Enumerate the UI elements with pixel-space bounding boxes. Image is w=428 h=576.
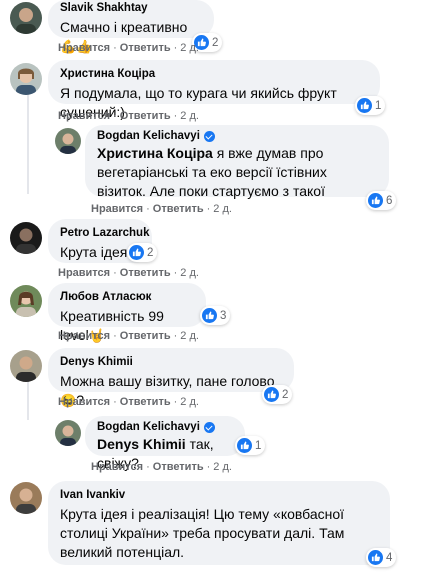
comment-text: Крута ідея і реалізація! Цю тему «ковбас…	[60, 506, 345, 560]
comment-author[interactable]: Ivan Ivankiv	[60, 488, 378, 503]
like-button[interactable]: Нравится	[58, 110, 110, 122]
avatar[interactable]	[10, 350, 42, 382]
comment-author[interactable]: Petro Lazarchuk	[60, 226, 149, 241]
timestamp[interactable]: 2 д.	[180, 42, 199, 54]
reaction-count[interactable]: 1	[355, 96, 386, 115]
timestamp[interactable]: 2 д.	[180, 267, 199, 279]
like-icon	[237, 438, 252, 453]
reaction-count[interactable]: 2	[262, 385, 293, 404]
comment-actions: Нравится · Ответить · 2 д.	[91, 203, 232, 215]
comment-actions: Нравится · Ответить · 2 д.	[58, 267, 199, 279]
comment-actions: Нравится · Ответить · 2 д.	[58, 330, 199, 342]
like-icon	[129, 245, 144, 260]
verified-badge-icon	[203, 131, 215, 142]
comment-author[interactable]: Denys Khimii	[60, 355, 282, 370]
reply-button[interactable]: Ответить	[120, 42, 171, 54]
timestamp[interactable]: 2 д.	[213, 461, 232, 473]
comment-bubble: Bogdan Kelichavyi Denys Khimii так, свіж…	[85, 416, 245, 471]
comment-bubble: Slavik Shakhtay Смачно і креативно 💪👍	[48, 0, 214, 54]
reaction-count[interactable]: 1	[235, 436, 266, 455]
like-icon	[202, 308, 217, 323]
timestamp[interactable]: 2 д.	[180, 396, 199, 408]
like-icon	[264, 387, 279, 402]
reply-button[interactable]: Ответить	[120, 396, 171, 408]
like-icon	[368, 550, 383, 565]
verified-badge-icon	[203, 422, 215, 433]
comment-bubble: Denys Khimii Можна вашу візитку, пане го…	[48, 348, 294, 408]
comment-author[interactable]: Христина Коціра	[60, 67, 368, 82]
comment-author[interactable]: Slavik Shakhtay	[60, 1, 202, 16]
reaction-count[interactable]: 6	[366, 191, 397, 210]
comment-bubble: Ivan Ivankiv Крута ідея і реалізація! Цю…	[48, 481, 390, 565]
reply-button[interactable]: Ответить	[120, 267, 171, 279]
reply-button[interactable]: Ответить	[120, 330, 171, 342]
comment-author[interactable]: Любов Атласюк	[60, 290, 194, 305]
reply-button[interactable]: Ответить	[120, 110, 171, 122]
timestamp[interactable]: 2 д.	[180, 330, 199, 342]
like-button[interactable]: Нравится	[91, 461, 143, 473]
comment-actions: Нравится · Ответить · 2 д.	[91, 461, 232, 473]
avatar[interactable]	[10, 2, 42, 34]
like-icon	[368, 193, 383, 208]
reaction-count[interactable]: 3	[200, 306, 231, 325]
comment-author[interactable]: Bogdan Kelichavyi	[97, 129, 377, 144]
avatar[interactable]	[55, 420, 81, 446]
mention-link[interactable]: Denys Khimii	[97, 436, 186, 452]
like-button[interactable]: Нравится	[58, 330, 110, 342]
comment-actions: Нравится · Ответить · 2 д.	[58, 42, 199, 54]
like-button[interactable]: Нравится	[58, 396, 110, 408]
comment-bubble: Bogdan Kelichavyi Христина Коціра я вже …	[85, 125, 389, 199]
comment-actions: Нравится · Ответить · 2 д.	[58, 110, 199, 122]
like-button[interactable]: Нравится	[91, 203, 143, 215]
timestamp[interactable]: 2 д.	[180, 110, 199, 122]
comment-bubble: Христина Коціра Я подумала, що то курага…	[48, 60, 380, 120]
like-button[interactable]: Нравится	[58, 267, 110, 279]
avatar[interactable]	[55, 128, 81, 154]
comment-author[interactable]: Bogdan Kelichavyi	[97, 420, 233, 435]
timestamp[interactable]: 2 д.	[213, 203, 232, 215]
like-icon	[357, 98, 372, 113]
reply-button[interactable]: Ответить	[153, 461, 204, 473]
comment-actions: Нравится · Ответить · 2 д.	[58, 396, 199, 408]
avatar[interactable]	[10, 285, 42, 317]
reaction-count[interactable]: 4	[366, 548, 397, 567]
comment-text: Христина Коціра я вже думав про вегетарі…	[97, 145, 327, 199]
comment-bubble: Любов Атласюк Креативність 99 level🤘	[48, 283, 206, 343]
reaction-count[interactable]: 2	[127, 243, 158, 262]
mention-link[interactable]: Христина Коціра	[97, 145, 213, 161]
avatar[interactable]	[10, 482, 42, 514]
reply-button[interactable]: Ответить	[153, 203, 204, 215]
avatar[interactable]	[10, 63, 42, 95]
thread-line	[27, 90, 29, 194]
avatar[interactable]	[10, 222, 42, 254]
like-button[interactable]: Нравится	[58, 42, 110, 54]
